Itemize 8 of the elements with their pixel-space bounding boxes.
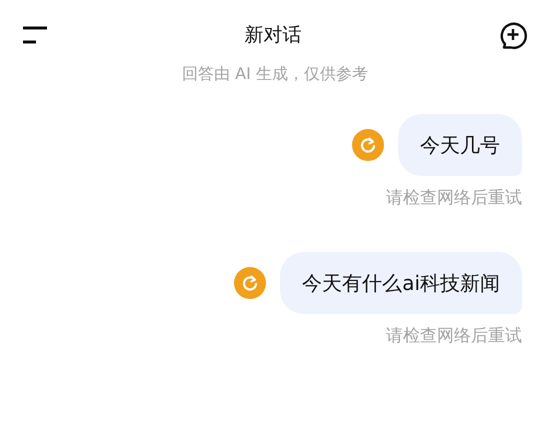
new-chat-icon[interactable] xyxy=(498,20,528,50)
page-title: 新对话 xyxy=(244,22,302,48)
message-bubble: 今天有什么ai科技新闻 xyxy=(280,252,522,314)
disclaimer-text: 回答由 AI 生成，仅供参考 xyxy=(182,63,368,85)
error-text: 请检查网络后重试 xyxy=(386,324,522,348)
error-text: 请检查网络后重试 xyxy=(386,187,522,210)
menu-icon[interactable] xyxy=(22,25,48,45)
message-bubble: 今天几号 xyxy=(398,114,522,176)
